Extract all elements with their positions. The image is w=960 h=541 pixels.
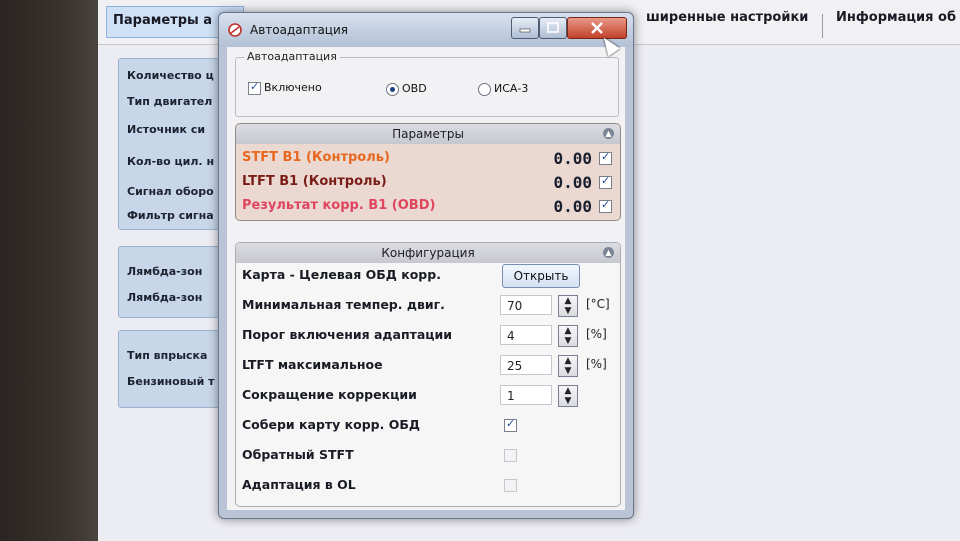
correction-reduction-input[interactable]: 1 [500,385,552,405]
radio-selected-dot [390,87,395,92]
radio-obd[interactable] [386,83,399,96]
autoadaptation-dialog: Автоадаптация Автоадаптация ✓ Включено O… [218,12,634,519]
radio-isa3[interactable] [478,83,491,96]
app-logo-icon [228,23,242,37]
minimize-button[interactable] [511,17,539,39]
adaptation-ol-checkbox[interactable] [504,479,517,492]
checkmark-icon: ✓ [601,174,611,187]
radio-obd-label: OBD [402,82,427,95]
panel-row-petrol: Бензиновый т [127,375,215,388]
target-map-label: Карта - Целевая ОБД корр. [242,267,441,282]
dialog-titlebar[interactable]: Автоадаптация [219,13,633,47]
enabled-label: Включено [264,81,322,94]
parameters-header[interactable]: Параметры ▲ [236,124,620,144]
ltft-max-input[interactable]: 25 [500,355,552,375]
configuration-title: Конфигурация [381,246,475,260]
panel-row-engine-type: Тип двигател [127,95,213,108]
monitor-bezel [0,0,98,541]
correction-reduction-spinner[interactable]: ▲ ▼ [558,385,578,407]
open-map-button[interactable]: Открыть [502,264,580,288]
min-engine-temp-input[interactable]: 70 [500,295,552,315]
close-icon [591,22,603,34]
adaptation-threshold-label: Порог включения адаптации [242,327,453,342]
collapse-up-icon[interactable]: ▲ [603,128,614,139]
reverse-stft-label: Обратный STFT [242,447,354,462]
checkmark-icon: ✓ [601,150,611,163]
panel-row-rpm-signal: Сигнал оборо [127,185,214,198]
enabled-checkbox[interactable]: ✓ [248,80,261,95]
panel-row-injection-type: Тип впрыска [127,349,208,362]
parameters-section: Параметры ▲ STFT B1 (Контроль) 0.00 ✓ LT… [235,123,621,221]
min-engine-temp-label: Минимальная темпер. двиг. [242,297,445,312]
param-ltft-value: 0.00 [553,173,592,192]
checkmark-icon: ✓ [250,80,260,93]
close-button[interactable] [567,17,627,39]
tab-separator [822,14,823,38]
panel-row-source: Источник си [127,123,206,136]
adaptation-threshold-unit: [%] [586,327,607,341]
param-result-checkbox[interactable]: ✓ [599,198,612,213]
panel-row-count: Количество ц [127,69,214,82]
checkmark-icon: ✓ [506,417,516,430]
adaptation-threshold-input[interactable]: 4 [500,325,552,345]
panel-row-signal-filter: Фильтр сигна [127,209,214,222]
ltft-max-spinner[interactable]: ▲ ▼ [558,355,578,377]
minimize-icon [519,28,531,33]
configuration-section: Конфигурация ▲ Карта - Целевая ОБД корр.… [235,242,621,507]
param-stft-value: 0.00 [553,149,592,168]
panel-row-lambda-1: Лямбда-зон [127,265,203,278]
panel-row-lambda-2: Лямбда-зон [127,291,203,304]
param-result-label: Результат корр. B1 (OBD) [242,198,436,213]
dialog-client: Автоадаптация ✓ Включено OBD ИСА-3 Парам… [227,47,625,510]
min-engine-temp-spinner[interactable]: ▲ ▼ [558,295,578,317]
reverse-stft-checkbox[interactable] [504,449,517,462]
collect-map-label: Собери карту корр. ОБД [242,417,420,432]
param-stft-checkbox[interactable]: ✓ [599,150,612,165]
param-ltft-label: LTFT B1 (Контроль) [242,174,387,189]
param-ltft-checkbox[interactable]: ✓ [599,174,612,189]
collect-map-checkbox[interactable]: ✓ [504,417,517,432]
correction-reduction-label: Сокращение коррекции [242,387,417,402]
parameters-title: Параметры [392,127,464,141]
maximize-icon [547,22,559,33]
dialog-title: Автоадаптация [250,23,348,37]
tab-advanced-settings[interactable]: ширенные настройки [646,10,808,25]
adaptation-ol-label: Адаптация в OL [242,477,356,492]
groupbox-title: Автоадаптация [244,50,340,63]
checkmark-icon: ✓ [601,198,611,211]
tab-information[interactable]: Информация об [836,10,956,25]
param-result-value: 0.00 [553,197,592,216]
maximize-button[interactable] [539,17,567,39]
ltft-max-label: LTFT максимальное [242,357,383,372]
configuration-header[interactable]: Конфигурация ▲ [236,243,620,263]
radio-isa3-label: ИСА-3 [494,82,529,95]
param-stft-label: STFT B1 (Контроль) [242,150,390,165]
panel-row-cylinders: Кол-во цил. н [127,155,215,168]
ltft-max-unit: [%] [586,357,607,371]
adaptation-threshold-spinner[interactable]: ▲ ▼ [558,325,578,347]
collapse-up-icon[interactable]: ▲ [603,247,614,258]
autoadaptation-groupbox: Автоадаптация ✓ Включено OBD ИСА-3 [235,50,619,117]
min-engine-temp-unit: [°C] [586,297,610,311]
